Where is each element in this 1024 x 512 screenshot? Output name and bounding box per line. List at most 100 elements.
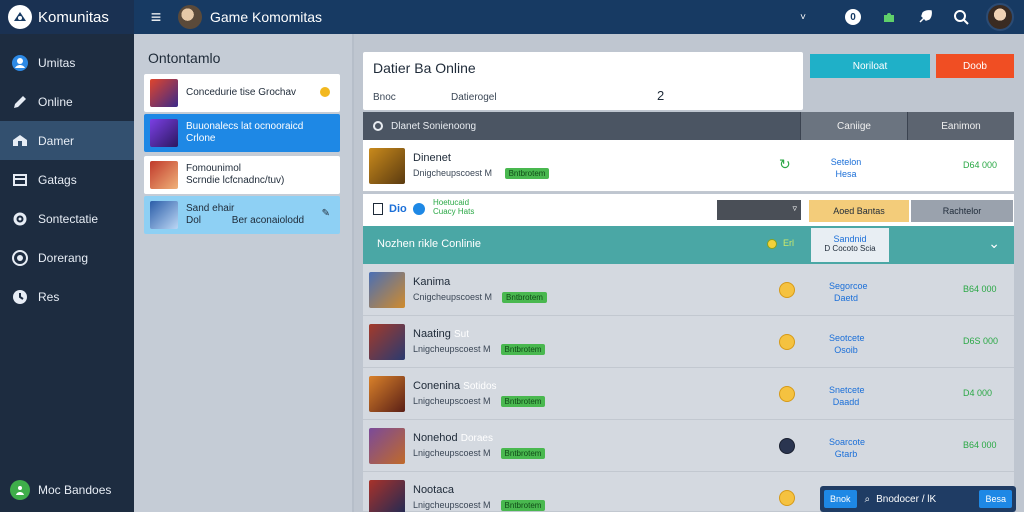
table-header-main: Dlanet Sonienoong xyxy=(363,121,800,132)
row-thumbnail xyxy=(369,428,405,464)
page-header-card: Datier Ba Online Bnoc Datierogel 2 xyxy=(363,52,803,110)
table-row[interactable]: Nonehod Doraes Lnigcheupscoest M Bntbrote… xyxy=(363,420,1014,472)
menu-icon[interactable]: ≡ xyxy=(148,7,164,28)
row-value: D6S 000 xyxy=(963,336,999,346)
sidebar-footer[interactable]: Moc Bandoes xyxy=(10,480,111,500)
row-link[interactable]: Segorcoe Daetd xyxy=(829,280,868,304)
row-meta-text: Lnigcheupscoest M xyxy=(413,344,491,354)
row-tag: Doraes xyxy=(460,433,493,444)
row-link[interactable]: Seotcete Osoib xyxy=(829,332,865,356)
app-avatar[interactable] xyxy=(178,5,202,29)
threads-panel: Ontontamlo Concedurie tise Grochav Buuon… xyxy=(134,34,352,512)
table-row[interactable]: Naating Sut Lnigcheupscoest M Bntbrotem S… xyxy=(363,316,1014,368)
sidebar-item-umitas[interactable]: Umitas xyxy=(0,43,134,82)
sidebar-item-label: Res xyxy=(38,289,60,304)
row-name-text: Conenina xyxy=(413,380,461,392)
row-link[interactable]: Soarcote Gtarb xyxy=(829,436,865,460)
sidebar-item-label: Dorerang xyxy=(38,250,89,265)
selection-row: Dio Hoetucaid Cuacy Hats ▿ Aoed Bantas R… xyxy=(363,194,1014,226)
column-header-action[interactable]: Eanimon xyxy=(908,112,1014,140)
highlight-card-sub: D Cocoto Scia xyxy=(824,244,876,253)
sidebar-item-gatags[interactable]: Gatags xyxy=(0,160,134,199)
thread-title: Buuonalecs lat ocnooraicd xyxy=(186,121,304,132)
user-circle-icon xyxy=(10,53,30,73)
sidebar-item-dorerang[interactable]: Dorerang xyxy=(0,238,134,277)
coin-icon[interactable] xyxy=(779,334,795,350)
app-title: Game Komomitas xyxy=(210,9,323,25)
row-pill: Bntbrotem xyxy=(500,448,546,459)
thread-subtitle: Scrndie lcfcnadnc/tuv) xyxy=(186,175,285,186)
sidebar-item-online[interactable]: Online xyxy=(0,82,134,121)
row-meta-text: Lnigcheupscoest M xyxy=(413,396,491,406)
refresh-button[interactable]: Rachtelor xyxy=(911,200,1013,222)
row-link[interactable]: Setelon Hesa xyxy=(829,156,863,180)
doc-icon xyxy=(373,203,383,215)
sidebar-item-label: Sontectatie xyxy=(38,211,99,226)
row-name-text: Nonehod xyxy=(413,432,458,444)
thread-subtitle: Dol Ber aconaiolodd xyxy=(186,215,304,227)
puzzle-icon[interactable] xyxy=(878,6,900,28)
coin-icon[interactable] xyxy=(779,490,795,506)
highlight-card[interactable]: Sandnid D Cocoto Scia xyxy=(811,228,889,262)
row-meta: Lnigcheupscoest M Bntbrotem xyxy=(413,500,546,511)
clock-icon xyxy=(10,287,30,307)
check-icon[interactable]: ↻ xyxy=(779,156,791,173)
thread-item[interactable]: Concedurie tise Grochav xyxy=(144,74,340,112)
highlight-card-title: Sandnid xyxy=(833,234,867,244)
expand-icon[interactable]: ⌄ xyxy=(988,235,1000,252)
selection-input[interactable]: ▿ xyxy=(717,200,801,220)
sidebar-item-damer[interactable]: Damer xyxy=(0,121,141,160)
row-meta: Lnigcheupscoest M Bntbrotem xyxy=(413,344,546,355)
row-thumbnail xyxy=(369,148,405,184)
brand-title: Komunitas xyxy=(38,8,109,26)
row-name-text: Naating xyxy=(413,328,451,340)
shield-icon xyxy=(10,131,30,151)
search-icon[interactable]: ⌕ xyxy=(865,494,871,505)
sidebar-item-res[interactable]: Res xyxy=(0,277,134,316)
sidebar-item-sontectatie[interactable]: Sontectatie xyxy=(0,199,134,238)
selection-label: Dio xyxy=(389,203,407,215)
danger-action-button[interactable]: Doob xyxy=(936,54,1014,78)
edit-icon[interactable]: ✎ xyxy=(322,208,330,219)
rocket-icon[interactable] xyxy=(914,6,936,28)
table-row[interactable]: Kanima Cnigcheupscoest M Bntbrotem Segorc… xyxy=(363,264,1014,316)
add-bonus-button[interactable]: Aoed Bantas xyxy=(809,200,909,222)
table-row[interactable]: Conenina Sotidos Lnigcheupscoest M Bntbro… xyxy=(363,368,1014,420)
row-name: Naating Sut xyxy=(413,328,469,340)
search-icon[interactable] xyxy=(950,6,972,28)
row-meta: Dnigcheupscoest M Bntbrotem xyxy=(413,168,550,179)
row-name-text: Kanima xyxy=(413,276,451,288)
row-meta: Lnigcheupscoest M Bntbrotem xyxy=(413,448,546,459)
brand[interactable]: Komunitas xyxy=(0,0,134,34)
unread-dot-icon xyxy=(320,87,330,97)
row-meta-text: Lnigcheupscoest M xyxy=(413,448,491,458)
coin-icon[interactable] xyxy=(779,282,795,298)
thread-subtitle: Crlone xyxy=(186,133,216,144)
pencil-icon xyxy=(10,92,30,112)
primary-action-button[interactable]: Noriloat xyxy=(810,54,930,78)
bottom-right-button[interactable]: Besa xyxy=(979,490,1012,508)
sidebar-item-label: Online xyxy=(38,94,73,109)
notification-icon[interactable]: 0 xyxy=(842,6,864,28)
thread-item-selected[interactable]: Buuonalecs lat ocnooraicd Crlone xyxy=(144,114,340,152)
thread-item[interactable]: Sand ehair Dol Ber aconaiolodd ✎ xyxy=(144,196,340,234)
row-pill: Bntbrotem xyxy=(504,168,550,179)
table-row[interactable]: Dinenet Dnigcheupscoest M Bntbrotem ↻ Se… xyxy=(363,140,1014,192)
row-link[interactable]: Snetcete Daadd xyxy=(829,384,865,408)
row-tag: Sotidos xyxy=(463,381,497,392)
row-name: Conenina Sotidos xyxy=(413,380,497,392)
dropdown-icon: ▿ xyxy=(792,203,797,213)
avatar-icon[interactable] xyxy=(779,438,795,454)
highlight-row[interactable]: Nozhen rikle Conlinie Erl Sandnid D Coco… xyxy=(363,226,1014,264)
thread-item[interactable]: Fomounimol Scrndie lcfcnadnc/tuv) xyxy=(144,156,340,194)
thread-thumbnail xyxy=(150,161,178,189)
row-pill: Bntbrotem xyxy=(500,396,546,407)
bottom-bar-text: Bnodocer / lK xyxy=(876,493,937,505)
coin-icon[interactable] xyxy=(779,386,795,402)
row-name: Nonehod Doraes xyxy=(413,432,493,444)
chevron-down-icon[interactable]: ˅ xyxy=(800,12,806,23)
column-header-change[interactable]: Caniige xyxy=(801,112,907,140)
user-avatar[interactable] xyxy=(986,3,1014,31)
bottom-left-button[interactable]: Bnok xyxy=(824,490,857,508)
row-thumbnail xyxy=(369,480,405,512)
